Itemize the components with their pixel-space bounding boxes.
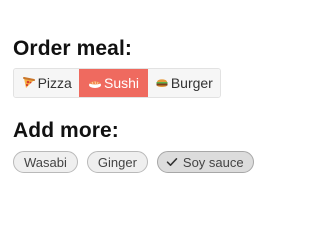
meal-option-pizza[interactable]: Pizza — [14, 69, 80, 97]
add-more-heading: Add more: — [13, 119, 119, 142]
addon-chip-soy-sauce[interactable]: Soy sauce — [156, 151, 254, 173]
pizza-icon — [22, 76, 36, 90]
order-meal-heading: Order meal: — [13, 37, 132, 60]
meal-option-sushi[interactable]: Sushi — [79, 69, 147, 97]
meal-option-label: Burger — [170, 75, 213, 91]
checkmark-icon — [166, 157, 178, 167]
meal-order-form: Order meal: Pizza Sushi Burger Add more:… — [0, 0, 267, 237]
addon-chip-label: Soy sauce — [182, 154, 244, 170]
addon-chip-label: Ginger — [97, 154, 137, 170]
burger-icon — [155, 76, 169, 90]
addon-chip-ginger[interactable]: Ginger — [86, 151, 148, 173]
meal-option-burger[interactable]: Burger — [146, 69, 220, 97]
meal-option-label: Pizza — [37, 75, 72, 91]
addon-chip-wasabi[interactable]: Wasabi — [13, 151, 78, 173]
meal-option-label: Sushi — [104, 75, 140, 91]
sushi-icon — [88, 76, 102, 90]
addon-chip-group: Wasabi Ginger Soy sauce — [13, 151, 255, 173]
meal-segmented-control: Pizza Sushi Burger — [13, 68, 221, 98]
addon-chip-label: Wasabi — [24, 154, 67, 170]
